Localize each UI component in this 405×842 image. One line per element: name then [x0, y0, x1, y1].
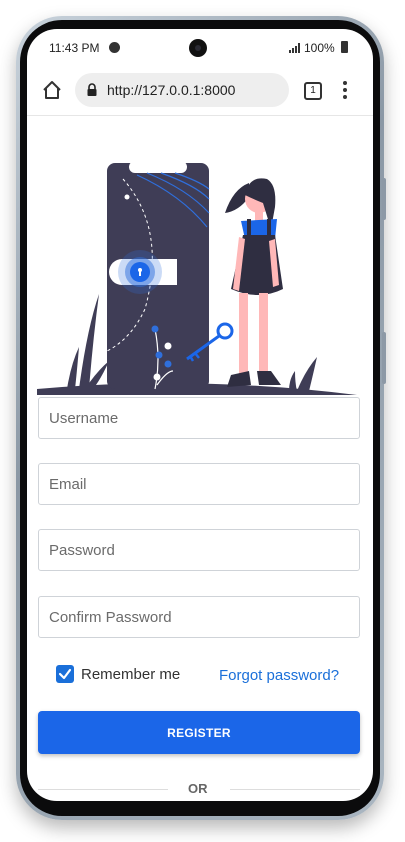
battery-icon	[341, 41, 348, 53]
volume-button	[382, 332, 386, 384]
register-button[interactable]: REGISTER	[38, 711, 360, 754]
status-bar: 11:43 PM 100%	[27, 29, 373, 67]
remember-me-label[interactable]: Remember me	[81, 666, 180, 683]
tabs-icon[interactable]: 1	[304, 82, 322, 100]
browser-toolbar: http://127.0.0.1:8000 1	[27, 67, 373, 116]
or-divider: OR	[38, 781, 360, 797]
confirm-password-input[interactable]	[38, 596, 360, 638]
more-vert-icon[interactable]	[343, 81, 347, 99]
lock-icon	[87, 83, 97, 96]
battery-percentage: 100%	[304, 41, 335, 55]
forgot-password-link[interactable]: Forgot password?	[219, 667, 339, 684]
or-text: OR	[188, 781, 208, 796]
signal-icon	[289, 43, 300, 53]
screen: 11:43 PM 100% http://127.0.0.1:8000 1 Us…	[27, 29, 373, 801]
status-time: 11:43 PM	[49, 41, 100, 55]
address-bar[interactable]: http://127.0.0.1:8000	[75, 73, 289, 107]
checkmark-icon	[58, 668, 72, 680]
front-camera	[189, 39, 207, 57]
hero-illustration	[37, 161, 357, 395]
power-button	[382, 178, 386, 220]
home-icon[interactable]	[41, 79, 63, 101]
divider-line-right	[230, 789, 360, 790]
email-input[interactable]	[38, 463, 360, 505]
password-input[interactable]	[38, 529, 360, 571]
divider-line-left	[38, 789, 168, 790]
spotify-icon	[109, 42, 120, 53]
username-input[interactable]	[38, 397, 360, 439]
remember-me-checkbox[interactable]	[56, 665, 74, 683]
url-text: http://127.0.0.1:8000	[107, 82, 236, 98]
